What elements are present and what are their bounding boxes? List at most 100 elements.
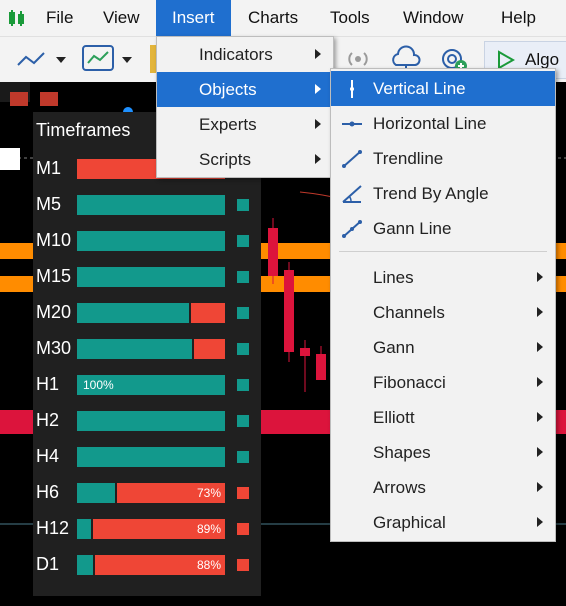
timeframe-status-square [237,271,249,283]
timeframe-label: M1 [36,158,62,178]
timeframe-label: M30 [36,338,72,358]
indicator-dropdown-button[interactable] [80,43,136,75]
vertical-line-icon [350,80,354,98]
insert-menu-item-indicators[interactable]: Indicators [157,37,333,72]
timeframe-status-square [237,343,249,355]
submenu-arrow-icon [537,447,543,457]
timeframe-percent: 89% [196,522,221,536]
submenu-arrow-icon [537,377,543,387]
insert-menu-item-objects[interactable]: Objects [157,72,333,107]
objects-item-trend-by-angle[interactable]: Trend By Angle [331,176,555,211]
bull-segment [77,339,192,359]
timeframe-strength-bar [77,267,225,287]
timeframe-row: M10 [33,229,261,253]
timeframe-status-square [237,523,249,535]
timeframe-label: H12 [36,518,70,538]
objects-item-shapes[interactable]: Shapes [331,435,555,470]
menu-window[interactable]: Window [387,0,479,36]
timeframe-label: H1 [36,374,60,394]
submenu-arrow-icon [315,154,321,164]
objects-item-vertical-line[interactable]: Vertical Line [331,71,555,106]
menu-help[interactable]: Help [485,0,552,36]
timeframe-strength-bar [77,447,225,467]
timeframe-status-square [237,487,249,499]
timeframe-status-square [237,199,249,211]
timeframes-panel: Timeframes M1 M5 M10 M15 M20 M30 H1 100% H2 H4 H6 7… [33,112,261,596]
timeframe-strength-bar [77,339,225,359]
submenu-arrow-icon [537,482,543,492]
objects-item-graphical[interactable]: Graphical [331,505,555,540]
timeframe-label: H4 [36,446,60,466]
objects-item-trendline[interactable]: Trendline [331,141,555,176]
menu-bar: File View Insert Charts Tools Window Hel… [0,0,566,36]
insert-menu-item-scripts[interactable]: Scripts [157,142,333,177]
bull-segment [77,267,225,287]
bull-segment [77,555,93,575]
algo-label: Algo [525,50,560,69]
timeframe-status-square [237,235,249,247]
menu-separator [339,251,547,252]
timeframe-percent: 88% [196,558,221,572]
timeframe-label: M15 [36,266,72,286]
bear-segment [191,303,225,323]
timeframe-label: M20 [36,302,72,322]
timeframe-strength-bar: 100% [77,375,225,395]
objects-item-fibonacci[interactable]: Fibonacci [331,365,555,400]
timeframe-row: D1 88% [33,553,261,577]
timeframe-strength-bar: 88% [77,555,225,575]
metatrader-logo-icon [9,10,24,26]
submenu-arrow-icon [537,342,543,352]
insert-menu-item-experts[interactable]: Experts [157,107,333,142]
objects-item-horizontal-line[interactable]: Horizontal Line [331,106,555,141]
timeframe-status-square [237,559,249,571]
timeframe-strength-bar [77,411,225,431]
objects-item-elliott[interactable]: Elliott [331,400,555,435]
timeframe-status-square [237,307,249,319]
timeframe-label: H2 [36,410,60,430]
timeframe-row: M5 [33,193,261,217]
left-marker [0,148,20,170]
trendline-icon [342,150,362,168]
bear-segment [194,339,225,359]
timeframe-percent: 100% [83,378,114,392]
timeframes-title: Timeframes [36,120,131,140]
timeframe-label: D1 [36,554,60,574]
play-icon [498,50,515,70]
timeframe-row: H4 [33,445,261,469]
objects-item-lines[interactable]: Lines [331,260,555,295]
timeframe-row: H12 89% [33,517,261,541]
timeframe-percent: 73% [196,486,221,500]
line-chart-dropdown-button[interactable] [14,43,70,75]
chart-header-icon [10,92,28,106]
bull-segment [77,519,91,539]
submenu-arrow-icon [315,84,321,94]
timeframe-row: M20 [33,301,261,325]
bull-segment [77,231,225,251]
insert-menu: Indicators Objects Experts Scripts [156,36,334,178]
objects-item-gann[interactable]: Gann [331,330,555,365]
menu-charts[interactable]: Charts [232,0,314,36]
timeframe-row: M30 [33,337,261,361]
horizontal-line-icon [342,121,362,127]
timeframe-strength-bar: 73% [77,483,225,503]
chart-header-icon-2 [40,92,58,106]
menu-file[interactable]: File [30,0,89,36]
objects-item-gann-line[interactable]: Gann Line [331,211,555,246]
timeframe-label: H6 [36,482,60,502]
timeframe-status-square [237,379,249,391]
objects-item-channels[interactable]: Channels [331,295,555,330]
menu-view[interactable]: View [87,0,156,36]
submenu-arrow-icon [537,517,543,527]
timeframe-row: H6 73% [33,481,261,505]
timeframe-strength-bar: 89% [77,519,225,539]
objects-item-arrows[interactable]: Arrows [331,470,555,505]
menu-tools[interactable]: Tools [314,0,386,36]
menu-insert[interactable]: Insert [156,0,231,36]
submenu-arrow-icon [537,307,543,317]
timeframe-strength-bar [77,195,225,215]
bull-segment [77,447,225,467]
timeframe-row: H2 [33,409,261,433]
submenu-arrow-icon [315,49,321,59]
timeframe-strength-bar [77,303,225,323]
timeframe-label: M10 [36,230,72,250]
